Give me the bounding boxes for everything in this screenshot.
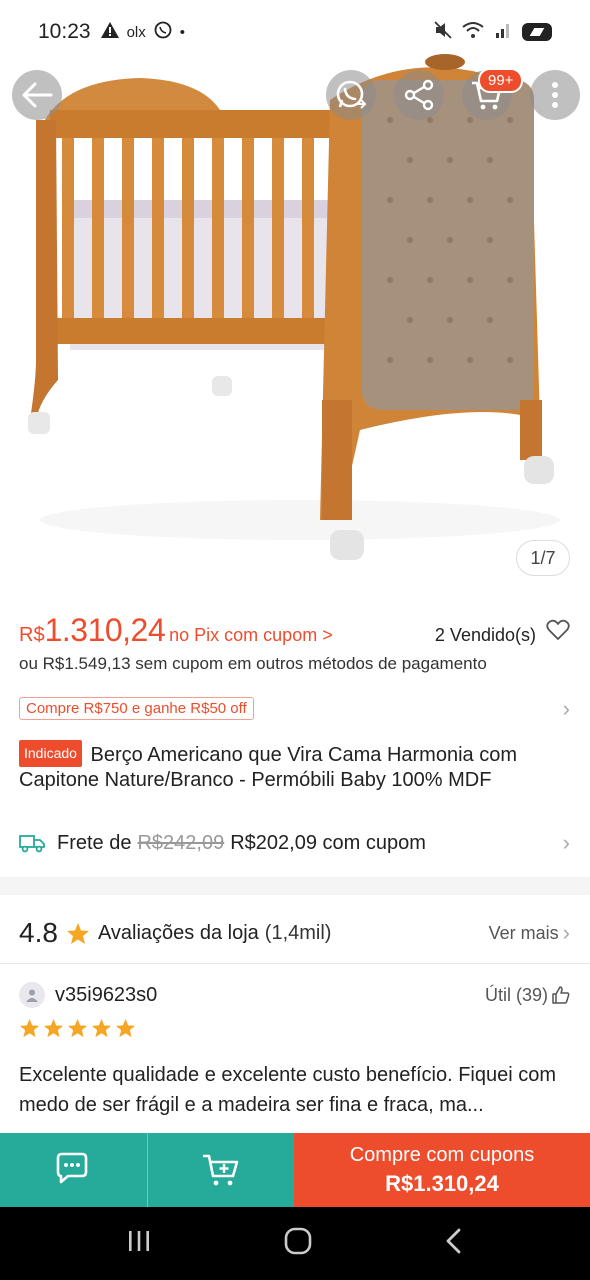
review-text[interactable]: Excelente qualidade e excelente custo be… — [19, 1060, 570, 1120]
star-icon — [66, 922, 90, 945]
section-divider — [0, 877, 590, 895]
shipping-chevron-right-icon[interactable]: › — [563, 830, 570, 856]
helpful-button[interactable]: Útil (39) — [485, 985, 570, 1006]
cart-badge: 99+ — [478, 68, 524, 93]
buy-price: R$1.310,24 — [385, 1170, 499, 1196]
whatsapp-icon — [336, 80, 367, 109]
star-icon — [91, 1018, 112, 1038]
add-to-cart-button[interactable] — [147, 1133, 294, 1207]
star-icon — [43, 1018, 64, 1038]
signal-icon — [494, 21, 512, 44]
price-row: R$ 1.310,24 no Pix com cupom > 2 Vendido… — [19, 612, 570, 652]
star-icon — [19, 1018, 40, 1038]
more-vertical-icon — [552, 82, 558, 108]
favorite-heart-icon[interactable] — [546, 619, 570, 646]
status-system-icons — [434, 20, 552, 44]
image-counter: 1/7 — [516, 540, 570, 576]
buy-label: Compre com cupons — [349, 1143, 535, 1166]
price-amount: 1.310,24 — [44, 612, 166, 648]
share-icon — [404, 79, 434, 111]
buy-with-coupons-button[interactable]: Compre com cupons R$1.310,24 — [294, 1133, 590, 1207]
pix-coupon-link[interactable]: no Pix com cupom > — [169, 625, 333, 646]
cart-add-icon — [203, 1154, 239, 1186]
shipping-old-price: R$242,09 — [137, 831, 225, 854]
whatsapp-icon — [154, 21, 172, 43]
price-currency: R$ — [19, 624, 45, 646]
olx-icon: olx — [126, 23, 146, 41]
share-button[interactable] — [394, 70, 444, 120]
thin-divider — [0, 963, 590, 964]
warning-icon — [100, 22, 119, 42]
see-more-link[interactable]: Ver mais — [489, 923, 559, 944]
product-title: Berço Americano que Vira Cama Harmonia c… — [19, 744, 517, 791]
sold-count: 2 Vendido(s) — [434, 625, 536, 645]
shipping-row[interactable]: Frete de R$242,09 R$202,09 com cupom — [19, 828, 570, 858]
chat-icon — [56, 1152, 87, 1184]
store-rating-row: 4.8 Avaliações da loja (1,4mil) Ver mais… — [19, 913, 570, 953]
review-stars — [19, 1018, 136, 1038]
rating-count: (1,4mil) — [264, 921, 332, 944]
review-username: v35i9623s0 — [55, 983, 158, 1006]
shipping-new-price: R$202,09 com cupom — [230, 831, 426, 854]
battery-icon — [522, 23, 552, 41]
more-options-button[interactable] — [530, 70, 580, 120]
truck-icon — [19, 833, 45, 853]
status-time: 10:23 — [38, 20, 91, 43]
status-bar: 10:23 olx • — [0, 0, 590, 64]
rating-score: 4.8 — [19, 917, 58, 948]
recent-apps-icon[interactable] — [126, 1229, 152, 1258]
back-button[interactable] — [12, 70, 62, 120]
shipping-label: Frete de — [57, 831, 132, 854]
alternative-price: ou R$1.549,13 sem cupom em outros método… — [19, 654, 487, 673]
review-header: v35i9623s0 Útil (39) — [19, 980, 570, 1010]
wifi-icon — [462, 21, 484, 44]
mute-icon — [434, 20, 452, 44]
rating-label: Avaliações da loja — [97, 921, 259, 944]
dot-icon: • — [179, 23, 186, 41]
indicado-badge: Indicado — [19, 740, 82, 767]
back-nav-icon[interactable] — [444, 1227, 464, 1260]
status-notification-icons: olx • — [100, 21, 186, 43]
product-title-block: Indicado Berço Americano que Vira Cama H… — [19, 740, 570, 793]
bottom-action-bar: Compre com cupons R$1.310,24 — [0, 1133, 590, 1207]
star-icon — [115, 1018, 136, 1038]
arrow-left-icon — [22, 82, 53, 108]
chat-button[interactable] — [0, 1133, 147, 1207]
whatsapp-share-button[interactable] — [326, 70, 376, 120]
avatar — [19, 982, 45, 1008]
system-nav-bar — [0, 1207, 590, 1280]
see-more-chevron-icon[interactable]: › — [563, 920, 570, 946]
thumbs-up-icon — [552, 986, 570, 1004]
star-icon — [67, 1018, 88, 1038]
promo-chevron-right-icon[interactable]: › — [563, 696, 570, 722]
promo-tag[interactable]: Compre R$750 e ganhe R$50 off — [19, 697, 254, 720]
helpful-count: Útil (39) — [484, 984, 548, 1005]
home-icon[interactable] — [284, 1227, 312, 1260]
